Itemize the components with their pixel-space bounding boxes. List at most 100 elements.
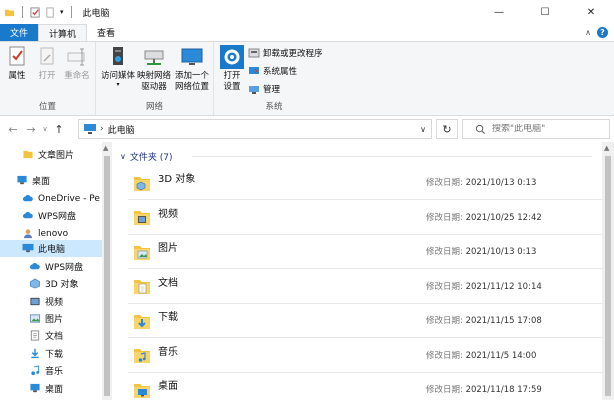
folder-row[interactable]: 视频 修改日期: 2021/10/25 12:42: [128, 201, 604, 235]
folder-row[interactable]: 图片 修改日期: 2021/10/13 0:13: [128, 235, 604, 269]
uninstall-program-button[interactable]: 卸载或更改程序: [248, 46, 323, 60]
add-network-location-button[interactable]: 添加一个 网络位置: [173, 45, 211, 93]
address-bar[interactable]: › 此电脑 ∨: [78, 119, 432, 139]
modified-date-label: 修改日期:: [426, 316, 463, 326]
scroll-up-icon[interactable]: ▲: [604, 144, 609, 152]
system-properties-icon: [249, 67, 259, 74]
open-button[interactable]: 打开: [34, 45, 60, 82]
network-group-label: 网络: [145, 102, 163, 112]
pc-icon: [84, 124, 96, 134]
modified-date-value: 2021/11/12 10:14: [465, 281, 542, 292]
sidebar-item[interactable]: Windows (C:): [0, 396, 100, 400]
collapse-chevron-icon[interactable]: ∨: [120, 152, 126, 161]
picture-icon: [29, 314, 41, 323]
tab-computer[interactable]: 计算机: [38, 24, 88, 41]
folder-row[interactable]: 3D 对象 修改日期: 2021/10/13 0:13: [128, 166, 604, 200]
sidebar-item[interactable]: 视频: [0, 293, 100, 310]
navigation-bar: ← → ∨ ↑ › 此电脑 ∨ ↻: [0, 116, 614, 142]
modified-date-value: 2021/10/13 0:13: [465, 247, 537, 257]
access-media-button[interactable]: 访问媒体 ▾: [100, 45, 136, 88]
sidebar-item[interactable]: 文档: [0, 327, 100, 344]
dropdown-arrow-icon: ▾: [116, 81, 120, 88]
location-group-label: 位置: [38, 102, 56, 112]
search-icon: [475, 124, 485, 134]
ribbon-tabs: 文件 计算机 查看 ∧ ?: [0, 24, 614, 41]
sidebar-item[interactable]: 图片: [0, 310, 100, 327]
sidebar-scroll-thumb[interactable]: [104, 156, 110, 396]
search-input[interactable]: [492, 124, 602, 134]
sidebar-item[interactable]: 桌面: [0, 380, 100, 397]
back-arrow-icon[interactable]: ←: [4, 119, 22, 139]
help-icon[interactable]: ?: [597, 27, 608, 38]
forward-arrow-icon[interactable]: →: [22, 119, 40, 139]
rename-icon: [67, 48, 85, 66]
refresh-button[interactable]: ↻: [436, 119, 458, 139]
sidebar-item-label: WPS网盘: [45, 263, 84, 273]
add-location-label-2: 网络位置: [174, 82, 209, 92]
title-bar: ▾ 此电脑 — ☐ ✕: [0, 0, 614, 24]
properties-check-icon[interactable]: [30, 6, 41, 18]
tab-file[interactable]: 文件: [0, 24, 38, 41]
properties-button[interactable]: 属性: [4, 45, 30, 82]
folder-icon[interactable]: [4, 7, 15, 18]
modified-date-value: 2021/11/15 17:08: [465, 316, 542, 326]
sidebar-item[interactable]: 下载: [0, 345, 100, 362]
tab-view[interactable]: 查看: [87, 24, 125, 41]
folder-name: 下载: [158, 312, 178, 323]
sidebar-item[interactable]: 3D 对象: [0, 275, 100, 292]
sidebar-item[interactable]: 桌面: [0, 172, 100, 189]
content-scrollbar[interactable]: ▲: [602, 142, 614, 400]
document-folder-icon: [134, 280, 150, 294]
recent-locations-icon[interactable]: ∨: [40, 119, 50, 139]
sidebar-scrollbar[interactable]: ▲: [102, 142, 112, 400]
open-label: 打开: [38, 71, 56, 81]
ribbon-group-system: 打开 设置 卸载或更改程序 系统属性 管理 系统: [214, 42, 334, 115]
modified-date-label: 修改日期:: [426, 281, 463, 292]
collapse-ribbon-icon[interactable]: ∧: [585, 28, 591, 37]
sidebar-item[interactable]: OneDrive - Pers: [0, 190, 100, 207]
sidebar-item[interactable]: WPS网盘: [0, 207, 100, 224]
folders-group-header[interactable]: ∨ 文件夹 (7): [120, 150, 172, 163]
open-settings-button[interactable]: 打开 设置: [218, 45, 246, 93]
search-box[interactable]: [462, 119, 610, 139]
address-dropdown-icon[interactable]: ∨: [420, 125, 426, 134]
folder-row[interactable]: 文档 修改日期: 2021/11/12 10:14: [128, 270, 604, 304]
folder-row[interactable]: 桌面 修改日期: 2021/11/18 17:59: [128, 373, 604, 400]
up-arrow-icon[interactable]: ↑: [50, 119, 68, 139]
new-folder-icon[interactable]: [45, 6, 56, 18]
sidebar-item[interactable]: WPS网盘: [0, 258, 100, 275]
modified-date-value: 2021/10/13 0:13: [465, 178, 537, 188]
modified-date-label: 修改日期:: [426, 385, 463, 395]
folder-row[interactable]: 下载 修改日期: 2021/11/15 17:08: [128, 304, 604, 338]
close-button[interactable]: ✕: [568, 0, 614, 24]
music-folder-icon: [134, 349, 150, 363]
folder-modified-date: 修改日期: 2021/10/13 0:13: [426, 245, 536, 257]
navigation-pane: 文章图片桌面 OneDrive - Pers WPS网盘 lenovo 此电脑 WPS网盘…: [0, 142, 112, 400]
rename-button[interactable]: 重命名: [62, 45, 92, 82]
map-network-drive-button[interactable]: 映射网络 驱动器: [136, 45, 172, 93]
sidebar-item[interactable]: 文章图片: [0, 146, 100, 163]
ribbon-group-location: 属性 打开 重命名 位置: [0, 42, 96, 115]
breadcrumb-this-pc[interactable]: 此电脑: [108, 123, 135, 136]
system-properties-button[interactable]: 系统属性: [248, 64, 297, 78]
minimize-button[interactable]: —: [476, 0, 522, 24]
video-icon: [30, 297, 40, 306]
ribbon-group-network: 访问媒体 ▾ 映射网络 驱动器 添加一个 网络位置 网络: [96, 42, 214, 115]
content-scroll-thumb[interactable]: [605, 156, 611, 396]
modified-date-value: 2021/11/5 14:00: [465, 350, 537, 361]
maximize-button[interactable]: ☐: [522, 0, 568, 24]
media-server-icon: [113, 47, 123, 65]
sidebar-item[interactable]: 音乐: [0, 362, 100, 379]
scroll-up-icon[interactable]: ▲: [103, 144, 108, 152]
customize-dropdown-icon[interactable]: ▾: [60, 8, 64, 16]
sidebar-item-label: 文档: [45, 332, 64, 342]
modified-date-label: 修改日期:: [426, 212, 463, 223]
manage-button[interactable]: 管理: [248, 82, 280, 96]
download-folder-icon: [134, 314, 150, 329]
settings-gear-icon: [220, 45, 244, 69]
folder-row[interactable]: 音乐 修改日期: 2021/11/5 14:00: [128, 339, 604, 373]
cloud-icon: [22, 212, 33, 219]
sidebar-item[interactable]: 此电脑: [0, 240, 102, 257]
ribbon: 属性 打开 重命名 位置 访问媒体 ▾ 映射网络 驱动器 添加一个 网络位置 网…: [0, 41, 614, 116]
breadcrumb-chevron-icon[interactable]: ›: [100, 124, 104, 134]
